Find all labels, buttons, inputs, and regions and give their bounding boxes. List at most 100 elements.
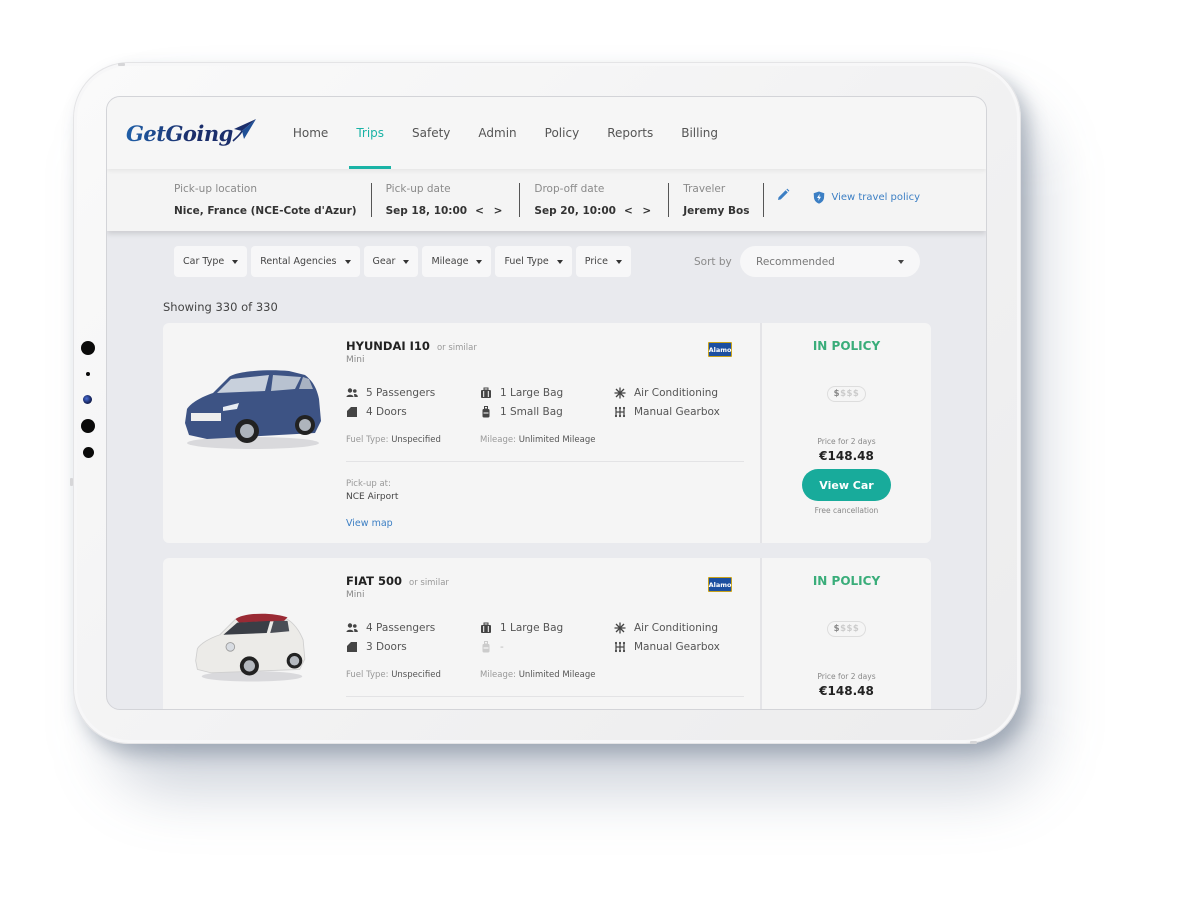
feature-label: Air Conditioning (634, 621, 719, 634)
suitcase-icon (481, 622, 491, 633)
caret-down-icon (615, 259, 622, 264)
feature-air-conditioning: Air Conditioning (614, 621, 746, 634)
feature-label: - (500, 640, 504, 653)
top-nav: GetGoing Home Trips Safety Admin Policy … (107, 97, 986, 169)
alamo-logo: Alamo (708, 577, 732, 592)
car-result-card: HYUNDAI I10 or similar Mini Alamo 5 Pass… (163, 323, 931, 543)
feature-doors: 4 Doors (346, 405, 480, 418)
pickup-date-arrows[interactable]: < > (475, 205, 505, 217)
filter-label: Car Type (183, 256, 225, 267)
view-map-link[interactable]: View map (346, 518, 393, 529)
camera-lens-icon (83, 395, 92, 404)
feature-doors: 3 Doors (346, 640, 480, 653)
nav-item-billing[interactable]: Billing (667, 97, 732, 169)
policy-status: IN POLICY (812, 574, 881, 588)
feature-small-bag: 1 Small Bag (480, 405, 614, 418)
price-duration: Price for 2 days (817, 672, 876, 681)
view-travel-policy-link[interactable]: View travel policy (813, 191, 920, 204)
price-panel: IN POLICY $ $$$ Price for 2 days €148.48 (760, 558, 931, 709)
feature-gearbox: Manual Gearbox (614, 405, 746, 418)
feature-small-bag: - (480, 640, 614, 653)
snowflake-icon (614, 387, 626, 398)
mileage-label: Mileage: (480, 435, 516, 445)
app-screen: GetGoing Home Trips Safety Admin Policy … (106, 96, 987, 710)
pickup-location-field[interactable]: Pick-up location Nice, France (NCE-Cote … (107, 183, 371, 217)
car-features: 5 Passengers 1 Large Bag Air Conditionin… (346, 386, 746, 418)
filter-gear[interactable]: Gear (363, 246, 419, 277)
price-value: €148.48 (819, 449, 874, 463)
sort-select[interactable]: Recommended (740, 246, 920, 277)
nav-item-trips[interactable]: Trips (342, 97, 398, 169)
car-title: HYUNDAI I10 or similar (346, 339, 477, 353)
car-title: FIAT 500 or similar (346, 574, 449, 588)
passengers-icon (346, 387, 358, 397)
view-car-button[interactable]: View Car (802, 469, 891, 501)
filter-fuel-type[interactable]: Fuel Type (495, 246, 572, 277)
paper-plane-icon (232, 119, 256, 142)
dropoff-date-field[interactable]: Drop-off date Sep 20, 10:00 < > (520, 183, 668, 217)
car-image-hyundai-i10 (185, 370, 321, 449)
feature-label: 4 Passengers (366, 621, 436, 634)
sensor-dot (81, 419, 95, 433)
nav-item-reports[interactable]: Reports (593, 97, 667, 169)
logo-text: GetGoing (126, 120, 233, 146)
sensor-dot (81, 341, 95, 355)
nav-menu: Home Trips Safety Admin Policy Reports B… (279, 97, 732, 169)
filter-mileage[interactable]: Mileage (422, 246, 492, 277)
feature-label: 1 Large Bag (500, 386, 564, 399)
pickup-date-value: Sep 18, 10:00 (385, 205, 468, 217)
dropoff-date-arrows[interactable]: < > (624, 205, 654, 217)
feature-label: Air Conditioning (634, 386, 719, 399)
tablet-button-side (70, 478, 73, 486)
car-name: FIAT 500 (346, 574, 402, 588)
pickup-date-field[interactable]: Pick-up date Sep 18, 10:00 < > (372, 183, 520, 217)
small-bag-icon (482, 640, 490, 652)
fuel-type: Fuel Type: Unspecified (346, 435, 441, 445)
price-value: €148.48 (819, 684, 874, 698)
filter-label: Fuel Type (504, 256, 549, 267)
price-level-inactive: $$$ (840, 624, 860, 634)
traveler-label: Traveler (683, 183, 726, 195)
caret-down-icon (344, 259, 351, 264)
car-name: HYUNDAI I10 (346, 339, 430, 353)
nav-item-policy[interactable]: Policy (531, 97, 594, 169)
feature-label: 4 Doors (366, 405, 407, 418)
price-level-inactive: $$$ (840, 389, 860, 399)
sort-select-value: Recommended (756, 255, 835, 268)
filter-car-type[interactable]: Car Type (174, 246, 248, 277)
pickup-location-label: Pick-up location (174, 183, 257, 195)
filter-rental-agencies[interactable]: Rental Agencies (251, 246, 360, 277)
tablet-button-bottom (970, 741, 977, 744)
feature-label: Manual Gearbox (634, 405, 720, 418)
dropoff-date-value: Sep 20, 10:00 (534, 205, 616, 217)
nav-item-admin[interactable]: Admin (464, 97, 530, 169)
car-class: Mini (346, 355, 365, 365)
small-bag-icon (482, 405, 490, 417)
logo[interactable]: GetGoing (126, 113, 257, 153)
feature-label: 5 Passengers (366, 386, 436, 399)
filter-label: Gear (372, 256, 396, 267)
or-similar-label: or similar (436, 343, 477, 353)
gearbox-icon (614, 406, 626, 417)
feature-label: 1 Small Bag (500, 405, 563, 418)
nav-item-home[interactable]: Home (279, 97, 342, 169)
shield-bolt-icon (814, 191, 825, 204)
traveler-field[interactable]: Traveler Jeremy Bos (669, 183, 763, 217)
feature-passengers: 4 Passengers (346, 621, 480, 634)
pencil-edit-icon[interactable] (776, 188, 790, 202)
mileage: Mileage: Unlimited Mileage (480, 670, 595, 680)
caret-down-icon (232, 259, 239, 264)
divider (346, 696, 744, 697)
suitcase-icon (481, 387, 491, 398)
car-class: Mini (346, 590, 365, 600)
price-duration: Price for 2 days (817, 437, 876, 446)
car-features: 4 Passengers 1 Large Bag Air Conditionin… (346, 621, 746, 653)
pickup-location-value: Nice, France (NCE-Cote d'Azur) (174, 205, 357, 217)
policy-status: IN POLICY (812, 339, 881, 353)
filter-price[interactable]: Price (575, 246, 631, 277)
mileage-value: Unlimited Mileage (518, 670, 596, 680)
feature-label: 3 Doors (366, 640, 407, 653)
gearbox-icon (614, 641, 626, 652)
feature-gearbox: Manual Gearbox (614, 640, 746, 653)
nav-item-safety[interactable]: Safety (398, 97, 464, 169)
